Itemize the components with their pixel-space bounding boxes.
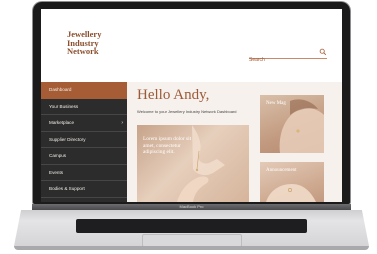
hero-card[interactable]: Lorem ipsum dolor sit amet, consectetur … bbox=[137, 125, 249, 202]
search-input[interactable] bbox=[249, 55, 315, 65]
sidebar-item-events[interactable]: Events bbox=[41, 165, 127, 181]
card-announcement[interactable]: Announcement bbox=[260, 162, 324, 202]
sidebar-item-marketplace[interactable]: Marketplace › bbox=[41, 115, 127, 132]
laptop-screen: Jewellery Industry Network Dashboard bbox=[41, 9, 342, 202]
keyboard bbox=[76, 219, 307, 233]
sidebar-item-label: Campus bbox=[49, 153, 67, 158]
sidebar-item-label: Bodies & Support bbox=[49, 186, 85, 191]
sidebar-item-bodies-support[interactable]: Bodies & Support bbox=[41, 181, 127, 198]
laptop-lip bbox=[14, 246, 369, 250]
sidebar-item-label: Events bbox=[49, 169, 64, 175]
sidebar-item-campus[interactable]: Campus bbox=[41, 148, 127, 165]
search-icon[interactable] bbox=[319, 48, 327, 56]
chevron-right-icon: › bbox=[121, 120, 123, 126]
sidebar-nav: Dashboard Your Business Marketplace › Su… bbox=[41, 82, 127, 202]
card-title: Announcement bbox=[266, 168, 297, 173]
device-label: MacBook Pro bbox=[179, 204, 204, 209]
welcome-text: Welcome to your Jewellery Industry Netwo… bbox=[137, 109, 237, 114]
sidebar-item-label: Marketplace bbox=[49, 120, 75, 125]
laptop-lid: Jewellery Industry Network Dashboard bbox=[33, 2, 350, 204]
page-title: Hello Andy, bbox=[137, 87, 210, 103]
main-content: Hello Andy, Welcome to your Jewellery In… bbox=[127, 82, 342, 202]
search-bar bbox=[249, 48, 327, 65]
card-title: New Mag bbox=[266, 101, 286, 106]
site-logo[interactable]: Jewellery Industry Network bbox=[67, 30, 101, 56]
sidebar-item-dashboard[interactable]: Dashboard bbox=[41, 82, 127, 99]
site-header: Jewellery Industry Network bbox=[41, 9, 342, 82]
logo-line-3: Network bbox=[67, 46, 99, 56]
laptop-base: MacBook Pro bbox=[14, 204, 369, 250]
sidebar-item-label: Dashboard bbox=[49, 87, 72, 92]
sidebar-item-your-business[interactable]: Your Business bbox=[41, 99, 127, 115]
laptop-mockup: Jewellery Industry Network Dashboard bbox=[0, 0, 377, 254]
card-new-mag[interactable]: New Mag bbox=[260, 95, 324, 153]
sidebar-item-label: Your Business bbox=[49, 103, 79, 109]
sidebar-item-supplier-directory[interactable]: Supplier Directory bbox=[41, 132, 127, 148]
keyboard-deck bbox=[14, 210, 369, 246]
sidebar-item-label: Supplier Directory bbox=[49, 136, 86, 142]
hero-text: Lorem ipsum dolor sit amet, consectetur … bbox=[143, 136, 192, 155]
